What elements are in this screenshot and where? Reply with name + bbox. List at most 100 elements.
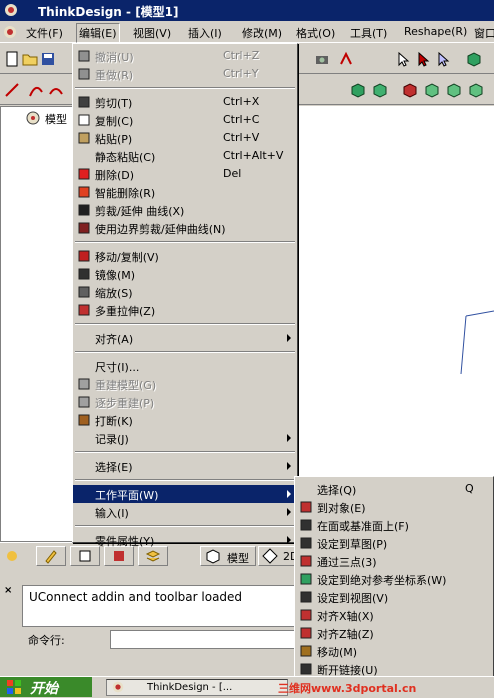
workplane-menu-item-3[interactable]: 设定到草图(P): [295, 534, 493, 552]
start-button[interactable]: 开始: [0, 677, 92, 697]
arc-tool-icon[interactable]: [48, 82, 64, 98]
tree-root-label[interactable]: 模型: [45, 111, 67, 127]
submenu-arrow-icon: [287, 434, 291, 442]
box-view-3-icon[interactable]: [446, 82, 462, 98]
select-face-icon[interactable]: [435, 51, 451, 67]
edit-menu-item-27[interactable]: 工作平面(W): [73, 485, 297, 503]
tree-tab-icon[interactable]: [4, 548, 20, 564]
edit-menu-item-9[interactable]: 剪裁/延伸 曲线(X): [73, 201, 297, 219]
new-file-icon[interactable]: [4, 51, 20, 67]
edit-menu-item-label: 复制(C): [95, 115, 134, 128]
workplane-menu-item-0[interactable]: 选择(Q) Q: [295, 480, 493, 498]
select-arrow-icon[interactable]: [395, 51, 411, 67]
extrude-icon[interactable]: [350, 82, 366, 98]
select-solid-icon[interactable]: [415, 51, 431, 67]
edit-menu-item-30[interactable]: 零件属性(Y): [73, 531, 297, 549]
menu-modify[interactable]: 修改(M): [240, 24, 284, 42]
edit-menu-item-shortcut: Ctrl+Alt+V: [223, 149, 284, 162]
workplane-menu-item-label: 移动(M): [317, 646, 358, 659]
output-log: UConnect addin and toolbar loaded: [22, 585, 298, 627]
edit-menu-item-shortcut: Ctrl+Z: [223, 49, 260, 62]
watermark-text: 三维网www.3dportal.cn: [278, 682, 417, 695]
start-label: 开始: [30, 681, 58, 697]
tab-materials[interactable]: [104, 546, 134, 566]
edit-menu-item-28[interactable]: 输入(I): [73, 503, 297, 521]
scale-icon: [76, 284, 92, 300]
edit-menu-item-label: 镜像(M): [95, 269, 136, 282]
edit-menu-item-label: 粘贴(P): [95, 133, 133, 146]
edit-menu-item-label: 重做(R): [95, 69, 134, 82]
menu-view[interactable]: 视图(V): [131, 24, 173, 42]
on-face-icon: [298, 517, 314, 533]
tab-2d[interactable]: 2D: [258, 546, 298, 566]
document-icon[interactable]: [2, 24, 18, 40]
edit-menu-item-10[interactable]: 使用边界剪裁/延伸曲线(N): [73, 219, 297, 237]
workplane-menu-item-6[interactable]: 设定到视图(V): [295, 588, 493, 606]
edit-menu-item-label: 撤消(U): [95, 51, 134, 64]
snap-icon[interactable]: [338, 51, 354, 67]
workplane-menu-item-2[interactable]: 在面或基准面上(F): [295, 516, 493, 534]
pencil-icon: [45, 550, 57, 564]
workplane-menu-item-9[interactable]: 移动(M): [295, 642, 493, 660]
taskbar-item-thinkdesign[interactable]: ThinkDesign - [...: [106, 679, 288, 696]
workplane-submenu: 选择(Q) Q 到对象(E) 在面或基准面上(F) 设定到草图(P) 通过三点(3) 设定到…: [294, 476, 494, 691]
edit-menu-item-5[interactable]: 粘贴(P) Ctrl+V: [73, 129, 297, 147]
workplane-menu-item-label: 对齐Z轴(Z): [317, 628, 374, 641]
close-icon[interactable]: ×: [4, 585, 12, 596]
edit-menu-item-13[interactable]: 镜像(M): [73, 265, 297, 283]
edit-menu-item-17[interactable]: 对齐(A): [73, 329, 297, 347]
tab-stack[interactable]: [138, 546, 168, 566]
edit-menu-item-14[interactable]: 缩放(S): [73, 283, 297, 301]
box-view-4-icon[interactable]: [468, 82, 484, 98]
edit-menu-item-label: 工作平面(W): [95, 489, 159, 502]
box-view-1-icon[interactable]: [402, 82, 418, 98]
edit-menu-item-22[interactable]: 打断(K): [73, 411, 297, 429]
diamond-icon: [262, 548, 278, 564]
revolve-icon[interactable]: [372, 82, 388, 98]
curve-tool-icon[interactable]: [28, 82, 44, 98]
menu-window[interactable]: 窗口: [472, 24, 494, 42]
menu-reshape[interactable]: Reshape(R): [402, 24, 469, 39]
edit-menu: 撤消(U) Ctrl+Z 重做(R) Ctrl+Y 剪切(T) Ctrl+X 复制(C) Ct…: [72, 43, 298, 548]
workplane-menu-item-5[interactable]: 设定到绝对参考坐标系(W): [295, 570, 493, 588]
solid-box-icon[interactable]: [466, 51, 482, 67]
move-icon: [298, 643, 314, 659]
edit-menu-item-19[interactable]: 尺寸(I)...: [73, 357, 297, 375]
edit-menu-item-label: 缩放(S): [95, 287, 133, 300]
edit-menu-item-4[interactable]: 复制(C) Ctrl+C: [73, 111, 297, 129]
edit-menu-item-25[interactable]: 选择(E): [73, 457, 297, 475]
workplane-menu-item-8[interactable]: 对齐Z轴(Z): [295, 624, 493, 642]
output-message: UConnect addin and toolbar loaded: [29, 590, 243, 604]
boundary-trim-icon: [76, 220, 92, 236]
menu-file[interactable]: 文件(F): [24, 24, 65, 42]
command-input[interactable]: [110, 630, 298, 649]
menu-insert[interactable]: 插入(I): [186, 24, 224, 42]
edit-menu-item-3[interactable]: 剪切(T) Ctrl+X: [73, 93, 297, 111]
edit-menu-item-21: 逐步重建(P): [73, 393, 297, 411]
edit-menu-item-12[interactable]: 移动/复制(V): [73, 247, 297, 265]
edit-menu-item-label: 输入(I): [95, 507, 129, 520]
camera-icon[interactable]: [314, 51, 330, 67]
edit-menu-item-shortcut: Ctrl+C: [223, 113, 260, 126]
box-view-2-icon[interactable]: [424, 82, 440, 98]
menu-tools[interactable]: 工具(T): [348, 24, 389, 42]
menu-format[interactable]: 格式(O): [294, 24, 337, 42]
move-copy-icon: [76, 248, 92, 264]
line-tool-icon[interactable]: [4, 82, 20, 98]
workplane-menu-item-label: 选择(Q): [317, 484, 357, 497]
workplane-menu-item-4[interactable]: 通过三点(3): [295, 552, 493, 570]
edit-menu-item-15[interactable]: 多重拉伸(Z): [73, 301, 297, 319]
workplane-menu-item-7[interactable]: 对齐X轴(X): [295, 606, 493, 624]
workplane-menu-item-1[interactable]: 到对象(E): [295, 498, 493, 516]
edit-menu-item-6[interactable]: 静态粘贴(C) Ctrl+Alt+V: [73, 147, 297, 165]
tab-layers[interactable]: [70, 546, 100, 566]
save-icon[interactable]: [40, 51, 56, 67]
tab-tools[interactable]: [36, 546, 66, 566]
menu-edit[interactable]: 编辑(E): [76, 23, 120, 43]
open-folder-icon[interactable]: [22, 51, 38, 67]
edit-menu-item-8[interactable]: 智能删除(R): [73, 183, 297, 201]
edit-menu-item-label: 剪切(T): [95, 97, 133, 110]
edit-menu-item-23[interactable]: 记录(J): [73, 429, 297, 447]
tab-model[interactable]: 模型: [200, 546, 256, 566]
edit-menu-item-7[interactable]: 删除(D) Del: [73, 165, 297, 183]
